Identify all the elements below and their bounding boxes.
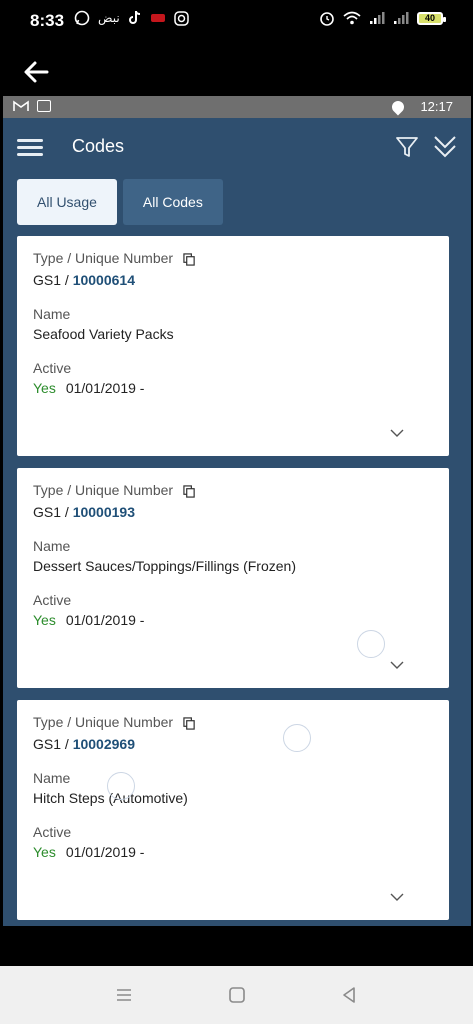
device-status-bar: 12:17 [3, 96, 471, 118]
status-time: 8:33 [30, 11, 65, 30]
copy-icon[interactable] [183, 253, 196, 266]
active-label: Active [33, 592, 72, 608]
type-label: Type / Unique Number [33, 482, 196, 498]
image-icon [37, 100, 51, 112]
active-value: Yes 01/01/2019 - [33, 380, 145, 396]
type-number: GS1 / 10002969 [33, 736, 135, 752]
type-number: GS1 / 10000614 [33, 272, 135, 288]
system-nav-bar [0, 966, 473, 1024]
unique-number: 10000193 [72, 504, 135, 520]
code-card[interactable]: Type / Unique Number GS1 / 10002969 Name… [17, 700, 449, 920]
status-right-icons: 40 [319, 10, 446, 26]
touch-indicator [283, 724, 311, 752]
code-card[interactable]: Type / Unique Number GS1 / 10000193 Name… [17, 468, 449, 688]
name-label: Name [33, 306, 71, 322]
app-topbar: Codes [3, 118, 471, 176]
code-name: Seafood Variety Packs [33, 326, 174, 342]
touch-indicator [107, 772, 135, 800]
copy-icon[interactable] [183, 717, 196, 730]
app-screen: Codes All Usage All Codes Type / Unique … [3, 118, 471, 926]
menu-icon[interactable] [17, 137, 43, 157]
code-card[interactable]: Type / Unique Number GS1 / 10000614 Name… [17, 236, 449, 456]
tiktok-icon [128, 10, 140, 24]
type-label: Type / Unique Number [33, 250, 196, 266]
back-arrow-icon[interactable] [22, 58, 50, 86]
app-red-icon [150, 14, 165, 22]
chevron-down-icon[interactable] [390, 428, 404, 438]
type-number: GS1 / 10000193 [33, 504, 135, 520]
unique-number: 10000614 [72, 272, 135, 288]
back-nav-icon[interactable] [340, 986, 358, 1004]
chevrons-down-icon[interactable] [433, 133, 457, 161]
home-icon[interactable] [228, 986, 246, 1004]
chevron-down-icon[interactable] [390, 660, 404, 670]
name-label: Name [33, 538, 71, 554]
back-area [0, 44, 473, 96]
active-label: Active [33, 360, 72, 376]
location-icon [389, 98, 407, 115]
gmail-icon [13, 100, 29, 111]
chevron-down-icon[interactable] [390, 892, 404, 902]
name-label: Name [33, 770, 71, 786]
phone-status-bar: 8:33 نبض 40 [0, 0, 473, 44]
page-title: Codes [72, 136, 125, 156]
filter-icon[interactable] [395, 135, 419, 159]
active-value: Yes 01/01/2019 - [33, 612, 145, 628]
type-label: Type / Unique Number [33, 714, 196, 730]
status-left-icons: نبض [74, 10, 189, 26]
battery-icon: 40 [417, 11, 446, 25]
tab-all-usage[interactable]: All Usage [17, 179, 117, 225]
tab-all-codes[interactable]: All Codes [122, 179, 223, 225]
whatsapp-icon [74, 10, 90, 26]
copy-icon[interactable] [183, 485, 196, 498]
instagram-icon [173, 10, 189, 26]
status-small-text: نبض [98, 11, 120, 25]
device-time: 12:17 [420, 99, 453, 114]
active-value: Yes 01/01/2019 - [33, 844, 145, 860]
unique-number: 10002969 [72, 736, 135, 752]
recent-apps-icon[interactable] [115, 986, 133, 1004]
alarm-icon [320, 12, 334, 26]
signal-icon-2 [394, 12, 409, 24]
signal-icon [370, 12, 385, 24]
tab-bar: All Usage All Codes [17, 179, 223, 225]
wifi-icon [343, 11, 361, 25]
touch-indicator [357, 630, 385, 658]
active-label: Active [33, 824, 72, 840]
code-name: Dessert Sauces/Toppings/Fillings (Frozen… [33, 558, 296, 574]
